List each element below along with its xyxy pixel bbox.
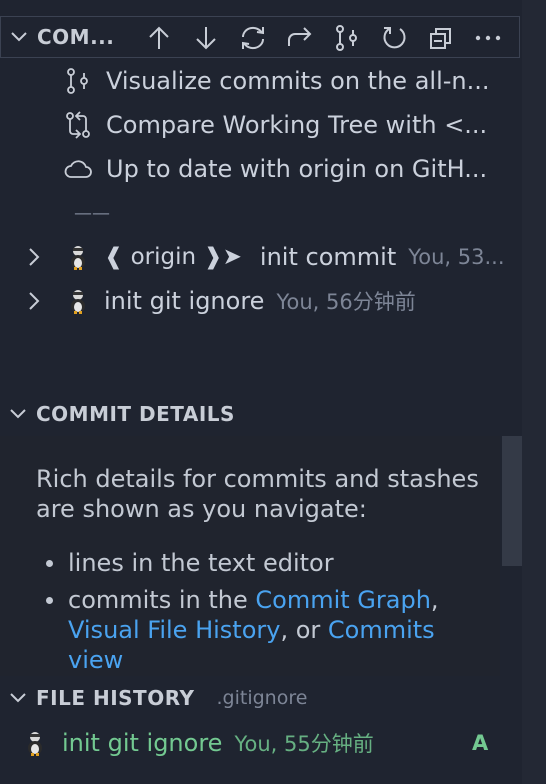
arrow-up-icon[interactable] — [135, 18, 182, 58]
commit-row[interactable]: ❰ origin ❱➤ init commit You, 53... — [16, 235, 516, 279]
list-item: commits in the Commit Graph, Visual File… — [42, 585, 492, 675]
commit-meta: You, 53... — [408, 245, 505, 269]
commit-details-title: COMMIT DETAILS — [36, 402, 235, 426]
file-history-message: init git ignore — [62, 729, 223, 757]
up-to-date-label: Up to date with origin on GitH... — [106, 155, 488, 183]
details-scrollbar-thumb[interactable] — [502, 436, 522, 566]
sidebar-scrollbar-track[interactable] — [522, 0, 546, 784]
avatar-icon — [60, 279, 96, 323]
collapse-all-icon[interactable] — [417, 18, 464, 58]
cloud-icon — [60, 147, 96, 191]
file-status-badge: A — [472, 731, 489, 755]
commits-separator: —— — [74, 202, 110, 224]
refresh-icon[interactable] — [229, 18, 276, 58]
up-to-date-item[interactable]: Up to date with origin on GitH... — [60, 147, 487, 191]
visualize-commits-label: Visualize commits on the all-n... — [106, 67, 490, 95]
file-history-filename: .gitignore — [216, 687, 308, 709]
file-history-entry[interactable]: init git ignore You, 55分钟前 A — [20, 721, 500, 765]
commit-details-header[interactable]: COMMIT DETAILS — [0, 393, 522, 435]
avatar-icon — [20, 721, 50, 765]
compare-working-tree-item[interactable]: Compare Working Tree with <... — [60, 103, 487, 147]
file-history-header[interactable]: FILE HISTORY .gitignore — [0, 677, 522, 719]
graph-icon — [60, 59, 96, 103]
commit-message: init commit — [259, 243, 397, 271]
redo-icon[interactable] — [276, 18, 323, 58]
file-history-title: FILE HISTORY — [36, 686, 195, 710]
chevron-right-icon[interactable] — [16, 279, 52, 323]
commits-toolbar — [135, 18, 511, 58]
chevron-right-icon[interactable] — [16, 235, 52, 279]
graph-icon[interactable] — [323, 18, 370, 58]
list-item: lines in the text editor — [42, 548, 492, 578]
commit-message: init git ignore — [104, 287, 265, 315]
commit-graph-link[interactable]: Commit Graph — [255, 586, 431, 614]
compare-working-tree-label: Compare Working Tree with <... — [106, 111, 488, 139]
chevron-down-icon[interactable] — [0, 393, 36, 435]
file-history-meta: You, 55分钟前 — [234, 732, 374, 756]
compare-icon — [60, 103, 96, 147]
chevron-down-icon[interactable] — [0, 677, 36, 719]
commit-branch-tag: ❰ origin ❱➤ — [104, 244, 242, 270]
chevron-down-icon[interactable] — [1, 16, 37, 58]
ellipsis-icon[interactable] — [464, 18, 511, 58]
commits-view-title: COM... — [37, 25, 115, 49]
reload-icon[interactable] — [370, 18, 417, 58]
commit-details-list: lines in the text editor commits in the … — [42, 548, 492, 676]
commit-details-panel: Rich details for commits and stashes are… — [0, 436, 500, 676]
visualize-commits-item[interactable]: Visualize commits on the all-n... — [60, 59, 490, 103]
avatar-icon — [60, 235, 96, 279]
visual-file-history-link[interactable]: Visual File History — [68, 616, 280, 644]
commit-meta: You, 56分钟前 — [276, 290, 416, 314]
commit-row[interactable]: init git ignore You, 56分钟前 — [16, 279, 516, 323]
commit-details-intro: Rich details for commits and stashes are… — [36, 465, 479, 523]
arrow-down-icon[interactable] — [182, 18, 229, 58]
